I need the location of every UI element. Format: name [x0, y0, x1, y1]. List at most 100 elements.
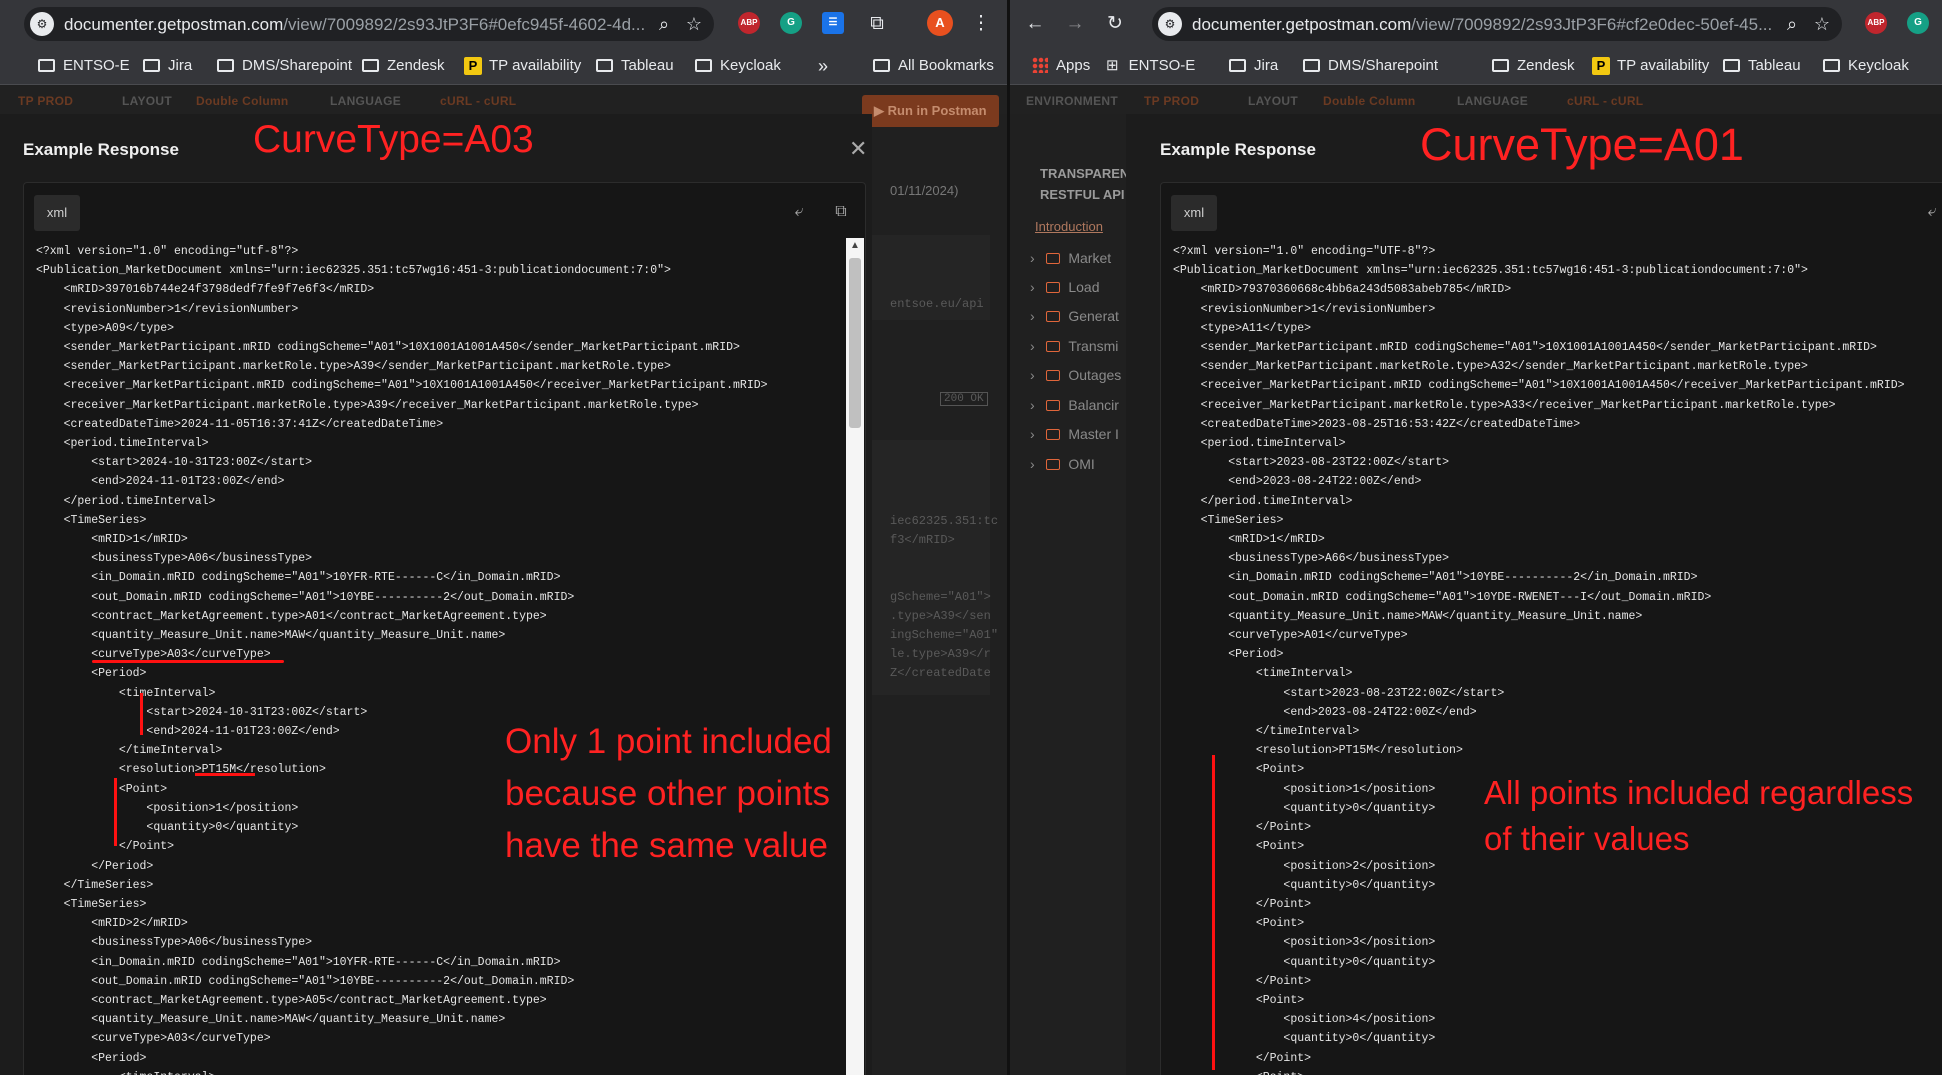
xml-code-lines[interactable]: <?xml version="1.0" encoding="utf-8"?> <P… [36, 242, 768, 1075]
zoom-icon[interactable]: ⌕ [1780, 12, 1804, 36]
bookmark-tableau[interactable]: Tableau [596, 56, 674, 76]
sidebar-item-market[interactable]: › Market [1030, 250, 1111, 266]
background-url: entsoe.eu/api [890, 297, 984, 311]
forward-arrow-icon[interactable]: → [1062, 11, 1088, 37]
extensions-puzzle-icon[interactable]: ⧉ [864, 11, 890, 37]
code-line: <?xml version="1.0" encoding="UTF-8"?> [1173, 245, 1436, 258]
code-line: <createdDateTime>2023-08-25T16:53:42Z</c… [1173, 417, 1581, 431]
xml-code-lines[interactable]: <?xml version="1.0" encoding="UTF-8"?> <P… [1173, 242, 1905, 1075]
profile-avatar[interactable]: A [927, 10, 953, 36]
sidebar-item-introduction[interactable]: Introduction [1035, 219, 1103, 234]
adblock-extension-icon[interactable]: ABP [1865, 12, 1887, 34]
code-line: <quantity_Measure_Unit.name>MAW</quantit… [36, 1013, 506, 1027]
sidebar-item-omi[interactable]: › OMI [1030, 456, 1095, 472]
bookmarks-overflow-button[interactable]: » [818, 56, 828, 76]
environment-select[interactable]: TP PROD [18, 94, 73, 108]
url-text[interactable]: documenter.getpostman.com/view/7009892/2… [64, 15, 644, 35]
sidebar-item-balancing[interactable]: › Balancir [1030, 397, 1119, 413]
back-arrow-icon[interactable]: ← [1022, 11, 1048, 37]
bookmark-entsoe[interactable]: ⊞ ENTSO-E [1106, 56, 1195, 76]
bookmark-star-icon[interactable]: ☆ [682, 12, 706, 36]
address-bar[interactable]: ⚙ documenter.getpostman.com/view/7009892… [24, 7, 714, 41]
environment-select[interactable]: TP PROD [1144, 94, 1199, 108]
bookmark-keycloak[interactable]: Keycloak [695, 56, 781, 76]
background-code-line: f3</mRID> [890, 533, 955, 547]
list-extension-icon[interactable]: ☰ [822, 12, 844, 34]
bookmark-zendesk[interactable]: Zendesk [1492, 56, 1575, 76]
code-line: <TimeSeries> [36, 513, 147, 527]
bookmark-tableau[interactable]: Tableau [1723, 56, 1801, 76]
folder-icon [1046, 341, 1061, 352]
code-line: <quantity>0</quantity> [1173, 878, 1436, 892]
example-response-modal: Example Response xml ⤶ <?xml version="1.… [1126, 114, 1942, 1075]
bookmark-dms-sharepoint[interactable]: DMS/Sharepoint [1303, 56, 1438, 76]
code-line: <receiver_MarketParticipant.marketRole.t… [1173, 398, 1836, 412]
copy-icon[interactable]: ⧉ [830, 201, 852, 223]
modal-title: Example Response [23, 140, 179, 159]
sidebar-item-transmission[interactable]: › Transmi [1030, 338, 1118, 354]
language-select[interactable]: cURL - cURL [440, 94, 516, 108]
bookmark-star-icon[interactable]: ☆ [1810, 12, 1834, 36]
sidebar-item-outages[interactable]: › Outages [1030, 367, 1121, 383]
modal-title: Example Response [1160, 140, 1316, 159]
url-path: /view/7009892/2s93JtP3F6#0efc945f-4602-4… [283, 15, 644, 34]
apps-grid-icon [1032, 57, 1048, 73]
code-line: <end>2023-08-24T22:00Z</end> [1173, 705, 1477, 719]
scroll-up-arrow-icon[interactable]: ▲ [850, 240, 860, 251]
background-status-badge: 200 OK [940, 392, 988, 406]
code-line: </Point> [1173, 897, 1312, 911]
code-line: <Publication_MarketDocument xmlns="urn:i… [1173, 264, 1808, 278]
code-scrollbar[interactable]: ▲ [846, 238, 864, 1075]
bookmark-tp-availability[interactable]: P TP availability [1592, 56, 1709, 76]
code-line: </period.timeInterval> [36, 494, 216, 508]
bookmark-keycloak[interactable]: Keycloak [1823, 56, 1909, 76]
language-select[interactable]: cURL - cURL [1567, 94, 1643, 108]
sidebar-item-generation[interactable]: › Generat [1030, 308, 1119, 324]
scrollbar-thumb[interactable] [849, 258, 861, 428]
address-bar[interactable]: ⚙ documenter.getpostman.com/view/7009892… [1152, 7, 1842, 41]
code-line: <position>3</position> [1173, 936, 1436, 950]
code-line: <quantity_Measure_Unit.name>MAW</quantit… [36, 629, 506, 643]
browser-menu-icon[interactable]: ⋮ [968, 11, 994, 37]
bookmark-dms-sharepoint[interactable]: DMS/Sharepoint [217, 56, 352, 76]
marker-points [1212, 755, 1215, 1070]
layout-select[interactable]: Double Column [1323, 94, 1416, 108]
site-settings-icon[interactable]: ⚙ [30, 12, 54, 36]
background-code-line: .type>A39</sen [890, 609, 991, 623]
code-line: <Point> [1173, 1068, 1905, 1075]
folder-icon [1303, 59, 1320, 72]
code-line: </TimeSeries> [36, 878, 154, 892]
close-icon[interactable]: ✕ [849, 136, 867, 162]
wrap-lines-icon[interactable]: ⤶ [1921, 201, 1942, 223]
code-line: <resolution>PT15M</resolution> [1173, 744, 1463, 758]
layout-select[interactable]: Double Column [196, 94, 289, 108]
bookmark-entsoe[interactable]: ENTSO-E [38, 56, 130, 76]
bookmark-jira[interactable]: Jira [1229, 56, 1278, 76]
wrap-lines-icon[interactable]: ⤶ [788, 201, 810, 223]
sidebar-item-master-data[interactable]: › Master I [1030, 426, 1119, 442]
grammarly-extension-icon[interactable]: G [1907, 12, 1929, 34]
sidebar-item-load[interactable]: › Load [1030, 279, 1100, 295]
bookmark-jira[interactable]: Jira [143, 56, 192, 76]
language-label: LANGUAGE [1457, 94, 1529, 108]
bookmark-zendesk[interactable]: Zendesk [362, 56, 445, 76]
grammarly-extension-icon[interactable]: G [780, 12, 802, 34]
url-text[interactable]: documenter.getpostman.com/view/7009892/2… [1192, 15, 1772, 35]
annotation-note: All points included regardless of their … [1484, 774, 1914, 857]
code-line: <receiver_MarketParticipant.mRID codingS… [36, 379, 768, 393]
example-response-modal: Example Response ✕ xml ⤶ ⧉ <?xml version… [0, 114, 872, 1075]
adblock-extension-icon[interactable]: ABP [738, 12, 760, 34]
site-settings-icon[interactable]: ⚙ [1158, 12, 1182, 36]
bookmark-tp-availability[interactable]: P TP availability [464, 56, 581, 76]
zoom-icon[interactable]: ⌕ [652, 12, 676, 36]
code-line: <start>2023-08-23T22:00Z</start> [1173, 456, 1450, 470]
annotation-title: CurveType=A01 [1420, 119, 1744, 170]
code-line: <TimeSeries> [1173, 513, 1284, 527]
code-line: <Publication_MarketDocument xmlns="urn:i… [36, 264, 671, 278]
bookmark-apps[interactable]: Apps [1032, 56, 1090, 76]
marker-timeinterval [140, 693, 143, 735]
all-bookmarks-button[interactable]: All Bookmarks [873, 56, 994, 76]
run-in-postman-button[interactable]: ▶ Run in Postman [862, 95, 999, 127]
reload-icon[interactable]: ↻ [1102, 11, 1128, 37]
code-line: <curveType>A03</curveType> [36, 1032, 271, 1046]
